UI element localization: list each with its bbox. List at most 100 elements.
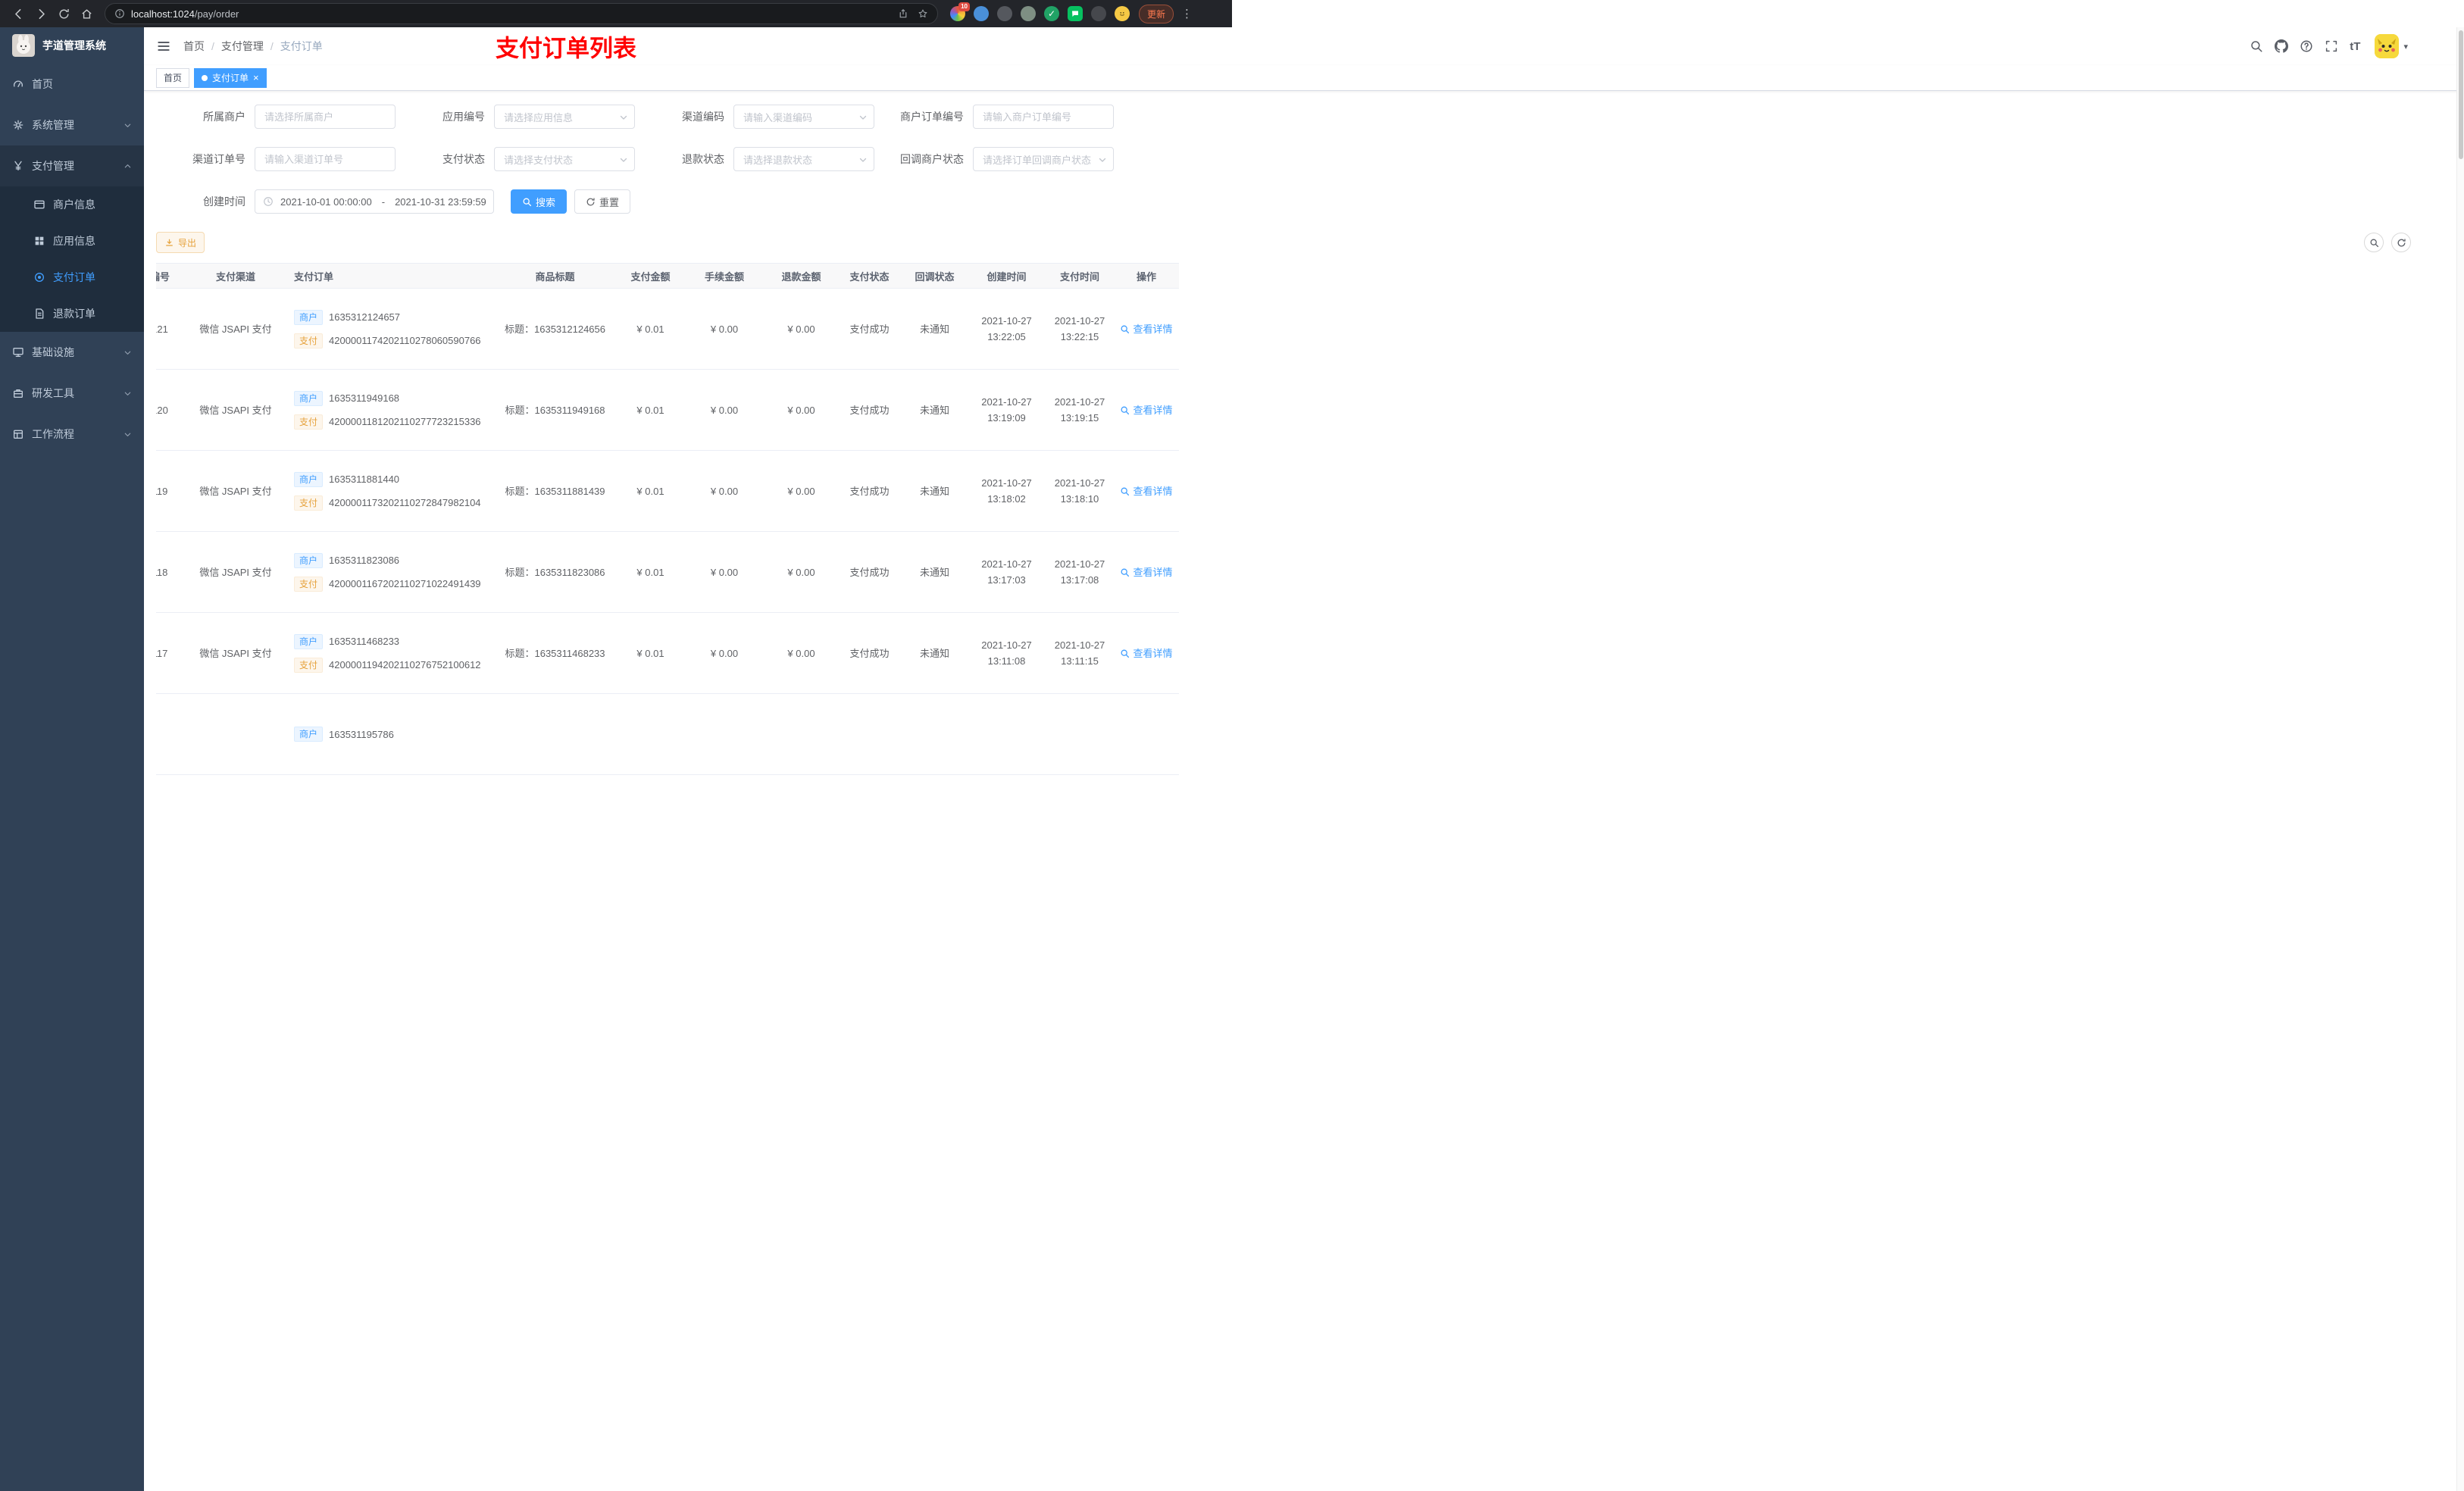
sidebar-item-system[interactable]: 系统管理	[0, 105, 144, 145]
merchant-tag: 商户	[294, 552, 324, 568]
browser-forward-button[interactable]	[30, 2, 52, 25]
browser-back-button[interactable]	[8, 2, 29, 25]
sidebar-item-payment[interactable]: 支付管理	[0, 145, 144, 186]
browser-menu-button[interactable]: ⋮	[1181, 7, 1193, 20]
sidebar-item-refund-order[interactable]: 退款订单	[0, 295, 144, 332]
blue-extension-icon[interactable]	[974, 6, 989, 21]
magnifier-icon	[1121, 568, 1130, 577]
chat-bubble-icon	[1072, 11, 1078, 17]
sidebar-item-app-info[interactable]: 应用信息	[0, 223, 144, 259]
search-button[interactable]: 搜索	[511, 189, 568, 214]
cell-amount: ¥ 0.01	[636, 404, 664, 416]
breadcrumb-home[interactable]: 首页	[183, 39, 205, 54]
pay-tag: 支付	[294, 414, 324, 430]
filter-refund-status: 退款状态 请选择退款状态	[635, 147, 874, 171]
filter-label: 回调商户状态	[900, 153, 964, 165]
search-icon[interactable]	[2250, 39, 2263, 53]
sidebar-item-label: 支付管理	[32, 160, 74, 172]
github-icon[interactable]	[2275, 39, 2289, 53]
bookmark-star-icon[interactable]	[918, 8, 928, 19]
column-header-id: 编号	[156, 270, 170, 283]
toggle-search-button[interactable]	[2364, 233, 2384, 252]
browser-update-button[interactable]: 更新	[1139, 4, 1174, 23]
date-start-value: 2021-10-01 00:00:00	[280, 195, 372, 208]
share-icon[interactable]	[898, 8, 908, 19]
filter-label: 退款状态	[682, 153, 724, 165]
gray-green-extension-icon[interactable]	[1021, 6, 1036, 21]
table-tools	[2364, 233, 2411, 252]
view-detail-link[interactable]: 查看详情	[1120, 483, 1173, 499]
payment-submenu: 商户信息 应用信息 支付订单 退款订单	[0, 186, 144, 332]
sidebar-item-workflow[interactable]: 工作流程	[0, 414, 144, 455]
pay-order-no: 4200001194202110276752100612	[329, 659, 481, 670]
fullscreen-icon[interactable]	[2325, 39, 2338, 53]
check-glyph: ✓	[1047, 8, 1056, 19]
notify-status-select[interactable]: 请选择订单回调商户状态	[973, 147, 1114, 171]
tag-home[interactable]: 首页	[156, 67, 190, 88]
cell-pay-order: 商户 1635311949168 支付 4200001181202110277723…	[289, 370, 492, 450]
caret-down-icon: ▾	[2403, 42, 2408, 52]
tag-pay-order[interactable]: 支付订单 ×	[194, 67, 267, 88]
merchant-input[interactable]	[255, 105, 396, 129]
view-detail-link[interactable]: 查看详情	[1120, 321, 1173, 337]
main-area: 首页 / 支付管理 / 支付订单 支付订单列表 tT ▾ 首页 支付订单 × 所…	[144, 27, 2464, 1491]
browser-home-button[interactable]	[76, 2, 97, 25]
browser-reload-button[interactable]	[53, 2, 74, 25]
app-logo[interactable]: 芋道管理系统	[0, 27, 144, 64]
close-icon[interactable]: ×	[253, 73, 259, 83]
address-bar[interactable]: localhost:1024/pay/order	[105, 3, 938, 24]
scrollbar-thumb[interactable]	[2459, 30, 2463, 159]
view-detail-label: 查看详情	[1133, 323, 1173, 335]
vue-devtools-extension-icon[interactable]: ✓	[1044, 6, 1059, 21]
column-header-created: 创建时间	[987, 270, 1027, 283]
cell-actions: 查看详情	[1114, 613, 1179, 693]
magnifier-icon	[1121, 325, 1130, 333]
page-content: 所属商户 应用编号 请选择应用信息 渠道编码 请输入渠道编码	[144, 91, 2464, 1491]
app-title: 芋道管理系统	[42, 39, 106, 52]
pin-extension-icon[interactable]	[1091, 6, 1106, 21]
breadcrumb-payment[interactable]: 支付管理	[221, 39, 264, 54]
view-detail-link[interactable]: 查看详情	[1120, 402, 1173, 418]
sidebar-item-pay-order[interactable]: 支付订单	[0, 259, 144, 295]
font-size-icon[interactable]: tT	[2350, 41, 2360, 52]
view-detail-link[interactable]: 查看详情	[1120, 564, 1173, 580]
create-time-range-picker[interactable]: 2021-10-01 00:00:00 - 2021-10-31 23:59:5…	[255, 189, 494, 214]
merchant-order-no-input[interactable]	[973, 105, 1114, 129]
hamburger-icon[interactable]	[156, 39, 171, 54]
channel-order-no-input[interactable]	[255, 147, 396, 171]
dashboard-icon	[14, 80, 23, 87]
cell-amount: ¥ 0.01	[636, 647, 664, 659]
emoji-extension-icon[interactable]	[1115, 6, 1130, 21]
view-detail-link[interactable]: 查看详情	[1120, 645, 1173, 661]
refund-status-select[interactable]: 请选择退款状态	[733, 147, 874, 171]
site-info-icon[interactable]	[114, 8, 125, 19]
cell-channel: 微信 JSAPI 支付	[199, 485, 272, 497]
sidebar-item-devtools[interactable]: 研发工具	[0, 373, 144, 414]
pay-status-select[interactable]: 请选择支付状态	[494, 147, 635, 171]
app-id-select[interactable]: 请选择应用信息	[494, 105, 635, 129]
pay-order-no: 4200001167202110271022491439	[329, 578, 481, 589]
cell-title	[492, 694, 618, 774]
url-text: localhost:1024/pay/order	[131, 8, 892, 20]
sidebar-item-infra[interactable]: 基础设施	[0, 332, 144, 373]
sidebar-item-home[interactable]: 首页	[0, 64, 144, 105]
sidebar-item-label: 基础设施	[32, 346, 74, 358]
table-row: 117 微信 JSAPI 支付 商户 1635311468233 支付 420000…	[156, 613, 1179, 694]
merchant-order-no: 1635311881440	[329, 474, 400, 485]
help-icon[interactable]	[2300, 39, 2313, 53]
refresh-table-button[interactable]	[2391, 233, 2411, 252]
channel-code-select[interactable]: 请输入渠道编码	[733, 105, 874, 129]
workflow-box-icon	[14, 430, 23, 439]
cell-amount: ¥ 0.01	[636, 485, 664, 497]
color-wheel-extension-icon[interactable]: 10	[950, 2, 970, 21]
page-scrollbar[interactable]	[2456, 27, 2464, 1491]
export-button[interactable]: 导出	[156, 232, 205, 253]
reset-button[interactable]: 重置	[574, 189, 631, 214]
sidebar-item-merchant-info[interactable]: 商户信息	[0, 186, 144, 223]
sidebar-item-label: 研发工具	[32, 387, 74, 399]
user-menu[interactable]: ▾	[2375, 34, 2408, 58]
chat-extension-icon[interactable]	[1068, 6, 1083, 21]
dark-extension-icon[interactable]	[997, 6, 1012, 21]
column-header-amount: 支付金额	[630, 270, 671, 283]
cell-title: 标题：1635311468233	[505, 647, 605, 659]
